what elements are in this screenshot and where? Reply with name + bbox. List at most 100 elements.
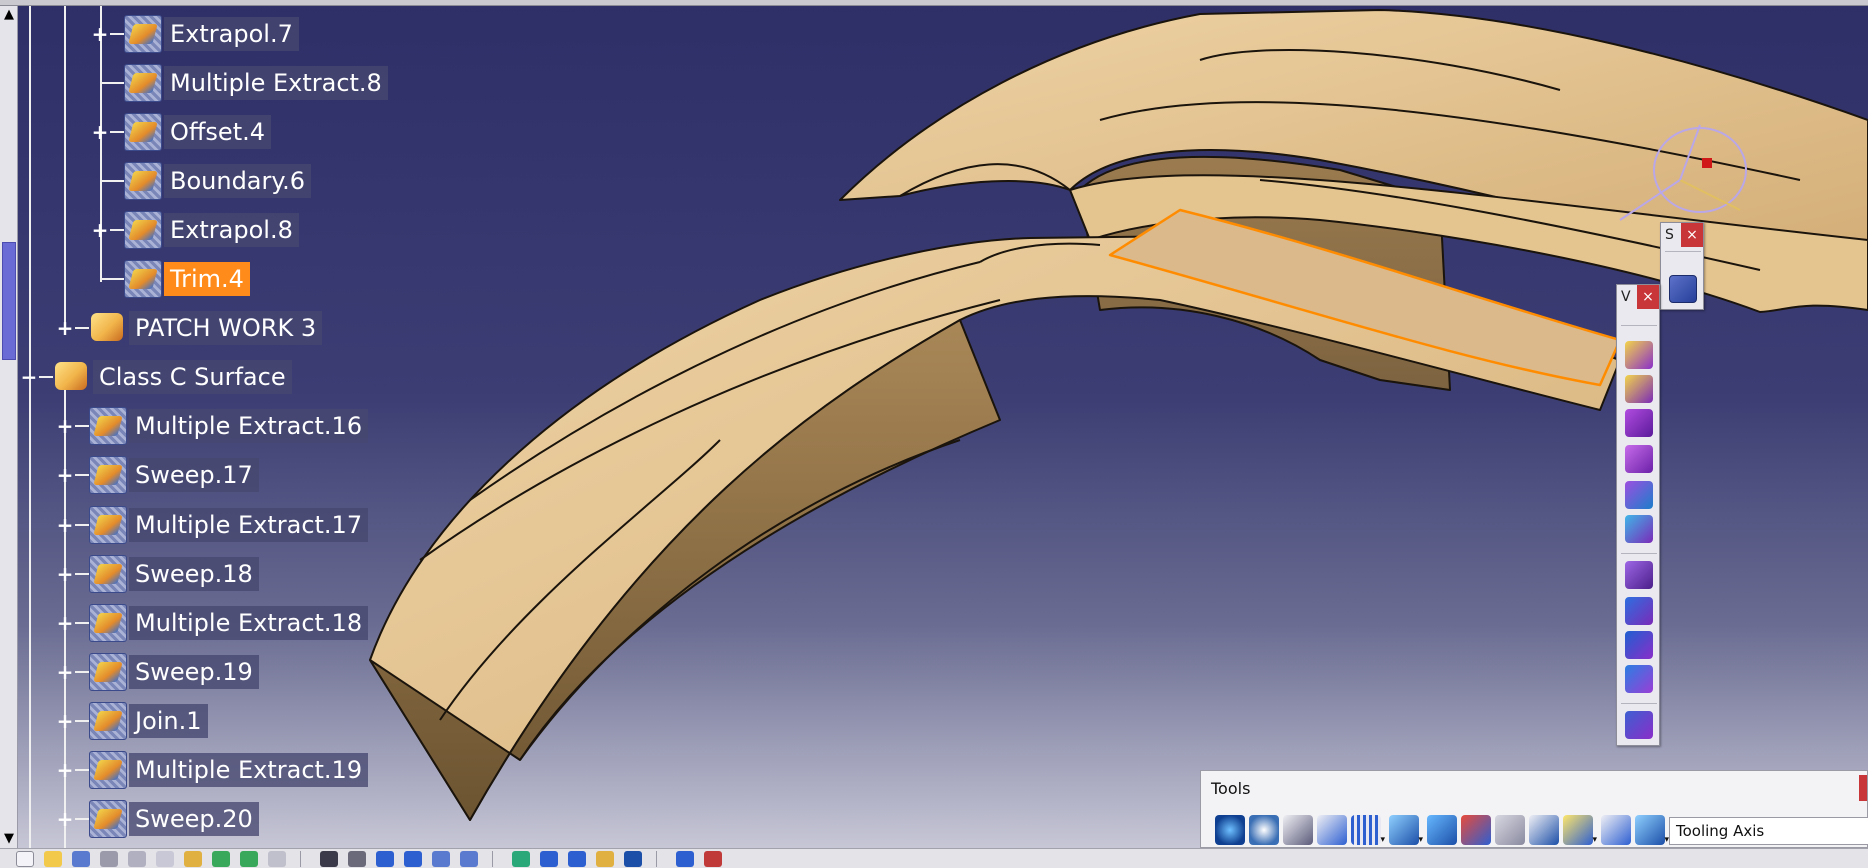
grid-icon[interactable]: ▾ <box>1351 815 1385 845</box>
tree-scrollbar[interactable]: ▲ ▼ <box>0 6 18 848</box>
measure-icon[interactable] <box>676 851 694 867</box>
cut-icon[interactable] <box>128 851 146 867</box>
rotate-icon[interactable] <box>404 851 422 867</box>
expand-icon[interactable]: + <box>56 515 74 535</box>
hide-show-icon[interactable] <box>596 851 614 867</box>
tree-node-label[interactable]: Offset.4 <box>164 115 272 149</box>
expand-icon[interactable]: + <box>56 613 74 633</box>
fit-all-icon[interactable] <box>348 851 366 867</box>
tree-node-sweep-19[interactable]: + Sweep.19 <box>0 652 420 692</box>
tree-node-label[interactable]: Sweep.18 <box>129 557 259 591</box>
expand-icon[interactable]: + <box>56 465 74 485</box>
update-icon[interactable] <box>1215 815 1245 845</box>
tree-node-label[interactable]: Extrapol.7 <box>164 17 299 51</box>
tree-node-sweep-18[interactable]: + Sweep.18 <box>0 554 420 594</box>
create-datum-icon[interactable]: ▾ <box>1389 815 1423 845</box>
expand-icon[interactable]: + <box>91 220 109 240</box>
expand-icon[interactable]: + <box>56 318 74 338</box>
blend-surface-icon[interactable] <box>1625 515 1653 543</box>
apply-material-icon[interactable] <box>704 851 722 867</box>
close-icon[interactable]: × <box>1637 285 1659 309</box>
tree-node-label[interactable]: Multiple Extract.18 <box>129 606 369 640</box>
fill-surface-icon[interactable] <box>1625 481 1653 509</box>
tree-node-label[interactable]: Sweep.17 <box>129 458 259 492</box>
tree-node-label[interactable]: PATCH WORK 3 <box>129 311 323 345</box>
split-icon[interactable] <box>1625 561 1653 589</box>
sweep-surface-icon[interactable] <box>1625 445 1653 473</box>
tree-node-sweep-17[interactable]: + Sweep.17 <box>0 455 420 495</box>
tree-node-multiple-extract-8[interactable]: Multiple Extract.8 <box>0 63 420 103</box>
tree-node-label[interactable]: Multiple Extract.19 <box>129 753 369 787</box>
hide-show-icon[interactable] <box>1495 815 1525 845</box>
tree-node-label[interactable]: Sweep.19 <box>129 655 259 689</box>
offset-surface-icon[interactable] <box>1625 409 1653 437</box>
sketcher-palette[interactable]: S × <box>1660 222 1704 310</box>
expand-icon[interactable]: + <box>91 122 109 142</box>
shading-icon[interactable] <box>568 851 586 867</box>
cut-part-icon[interactable] <box>1461 815 1491 845</box>
trim-icon[interactable] <box>1625 597 1653 625</box>
fly-mode-icon[interactable] <box>320 851 338 867</box>
expand-icon[interactable]: + <box>56 711 74 731</box>
tree-node-multiple-extract-16[interactable]: + Multiple Extract.16 <box>0 406 420 446</box>
undo-icon[interactable] <box>212 851 230 867</box>
print-icon[interactable] <box>100 851 118 867</box>
boundary-icon[interactable] <box>1625 631 1653 659</box>
paste-icon[interactable] <box>184 851 202 867</box>
zoom-out-icon[interactable] <box>460 851 478 867</box>
tree-node-label[interactable]: Multiple Extract.17 <box>129 508 369 542</box>
new-file-icon[interactable] <box>16 851 34 867</box>
tree-node-label[interactable]: Sweep.20 <box>129 802 259 836</box>
expand-icon[interactable]: + <box>56 760 74 780</box>
open-file-icon[interactable] <box>44 851 62 867</box>
swap-visible-space-icon[interactable] <box>624 851 642 867</box>
tree-node-label[interactable]: Multiple Extract.8 <box>164 66 388 100</box>
tree-node-label-selected[interactable]: Trim.4 <box>164 262 250 296</box>
extrude-surface-icon[interactable] <box>1625 341 1653 369</box>
tree-node-label[interactable]: Extrapol.8 <box>164 213 299 247</box>
collapse-icon[interactable]: − <box>20 367 38 387</box>
tree-node-multiple-extract-17[interactable]: + Multiple Extract.17 <box>0 505 420 545</box>
tree-node-label[interactable]: Join.1 <box>129 704 208 738</box>
save-icon[interactable] <box>72 851 90 867</box>
normal-view-icon[interactable] <box>512 851 530 867</box>
zoom-in-icon[interactable] <box>432 851 450 867</box>
axis-system-icon[interactable] <box>1283 815 1313 845</box>
revolve-surface-icon[interactable] <box>1625 375 1653 403</box>
tree-node-join-1[interactable]: + Join.1 <box>0 701 420 741</box>
whats-this-icon[interactable] <box>268 851 286 867</box>
close-icon[interactable]: × <box>1681 223 1703 247</box>
manipulate-icon[interactable] <box>1249 815 1279 845</box>
tree-node-trim-4[interactable]: Trim.4 <box>0 259 420 299</box>
scroll-down-arrow-icon[interactable]: ▼ <box>0 830 18 848</box>
surfaces-palette[interactable]: V × <box>1616 284 1660 746</box>
transformations-icon[interactable] <box>1625 711 1653 739</box>
tree-structure-icon[interactable] <box>1529 815 1559 845</box>
redo-icon[interactable] <box>240 851 258 867</box>
quick-view-icon[interactable] <box>540 851 558 867</box>
close-icon[interactable] <box>1859 775 1867 801</box>
scroll-up-arrow-icon[interactable]: ▲ <box>0 6 18 24</box>
tree-node-multiple-extract-19[interactable]: + Multiple Extract.19 <box>0 750 420 790</box>
sketch-tool-icon[interactable] <box>1669 275 1697 303</box>
spec-list-icon[interactable] <box>1601 815 1631 845</box>
tree-node-class-c-surface[interactable]: − Class C Surface <box>0 357 420 397</box>
tree-node-multiple-extract-18[interactable]: + Multiple Extract.18 <box>0 603 420 643</box>
expand-icon[interactable]: + <box>56 809 74 829</box>
pan-icon[interactable] <box>376 851 394 867</box>
tree-node-extrapol-7[interactable]: + Extrapol.7 <box>0 14 420 54</box>
tooling-axis-icon[interactable]: ▾ <box>1635 815 1669 845</box>
tools-toolbar[interactable]: Tools ▾ ▾ ▾ ▾ Tooling Axis <box>1200 770 1868 848</box>
expand-icon[interactable]: + <box>56 416 74 436</box>
expand-icon[interactable]: + <box>91 24 109 44</box>
tree-node-label[interactable]: Class C Surface <box>93 360 292 394</box>
expand-icon[interactable]: + <box>56 564 74 584</box>
tree-node-label[interactable]: Multiple Extract.16 <box>129 409 369 443</box>
scan-icon[interactable] <box>1427 815 1457 845</box>
scrollbar-thumb[interactable] <box>2 242 16 360</box>
copy-icon[interactable] <box>156 851 174 867</box>
tree-node-boundary-6[interactable]: Boundary.6 <box>0 161 420 201</box>
highlight-icon[interactable]: ▾ <box>1563 815 1597 845</box>
tree-node-sweep-20[interactable]: + Sweep.20 <box>0 799 420 839</box>
tooling-axis-combo[interactable]: Tooling Axis <box>1669 817 1868 845</box>
